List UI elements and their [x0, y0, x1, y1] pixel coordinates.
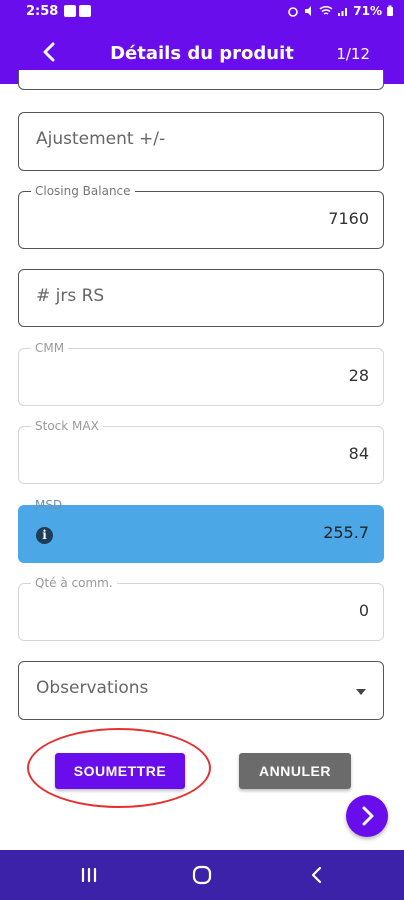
- qte-comm-label: Qté à comm.: [31, 576, 117, 590]
- cmm-field: CMM 28: [18, 341, 384, 406]
- sim-icon: [64, 5, 76, 17]
- stock-max-label: Stock MAX: [31, 419, 103, 433]
- jrs-rs-placeholder: # jrs RS: [36, 286, 105, 306]
- ajustement-input[interactable]: Ajustement +/-: [18, 112, 384, 171]
- next-button[interactable]: [346, 795, 388, 837]
- home-icon[interactable]: [187, 862, 217, 888]
- status-bar: 2:58 71%: [0, 0, 404, 24]
- battery-percent: 71%: [353, 4, 382, 18]
- status-time: 2:58: [26, 4, 59, 19]
- stock-max-field: Stock MAX 84: [18, 419, 384, 484]
- system-nav-bar: [0, 850, 404, 900]
- battery-icon: [387, 5, 393, 16]
- observations-placeholder: Observations: [36, 678, 149, 698]
- closing-balance-label: Closing Balance: [31, 184, 135, 198]
- cmm-label: CMM: [31, 341, 69, 355]
- wifi-icon: [319, 5, 333, 15]
- msd-value: 255.7: [323, 523, 369, 542]
- msd-field: MSD i 255.7: [18, 498, 384, 563]
- observations-select[interactable]: Observations: [18, 661, 384, 720]
- signal-icon: [338, 8, 348, 16]
- qte-comm-value: 0: [358, 601, 369, 620]
- alarm-icon: [288, 7, 299, 17]
- recents-icon[interactable]: [74, 862, 104, 888]
- jrs-rs-input[interactable]: # jrs RS: [18, 269, 384, 327]
- msd-label: MSD: [35, 498, 63, 512]
- dropdown-arrow-icon: [356, 689, 366, 695]
- info-icon[interactable]: i: [36, 527, 53, 544]
- previous-field[interactable]: [18, 70, 384, 90]
- chevron-right-icon: [362, 806, 374, 826]
- ajustement-placeholder: Ajustement +/-: [36, 129, 166, 149]
- closing-balance-value: 7160: [328, 209, 369, 228]
- closing-balance-field[interactable]: Closing Balance 7160: [18, 184, 384, 249]
- status-right: 71%: [287, 4, 394, 18]
- cmm-value: 28: [348, 366, 369, 385]
- stock-max-value: 84: [348, 444, 369, 463]
- cancel-button[interactable]: ANNULER: [239, 753, 351, 789]
- qte-comm-field: Qté à comm. 0: [18, 576, 384, 641]
- page-indicator: 1/12: [336, 45, 370, 63]
- notification-icons: [64, 5, 91, 17]
- submit-button[interactable]: SOUMETTRE: [55, 753, 185, 789]
- mute-icon: [305, 6, 312, 16]
- back-nav-icon[interactable]: [302, 862, 332, 888]
- gallery-icon: [79, 5, 91, 17]
